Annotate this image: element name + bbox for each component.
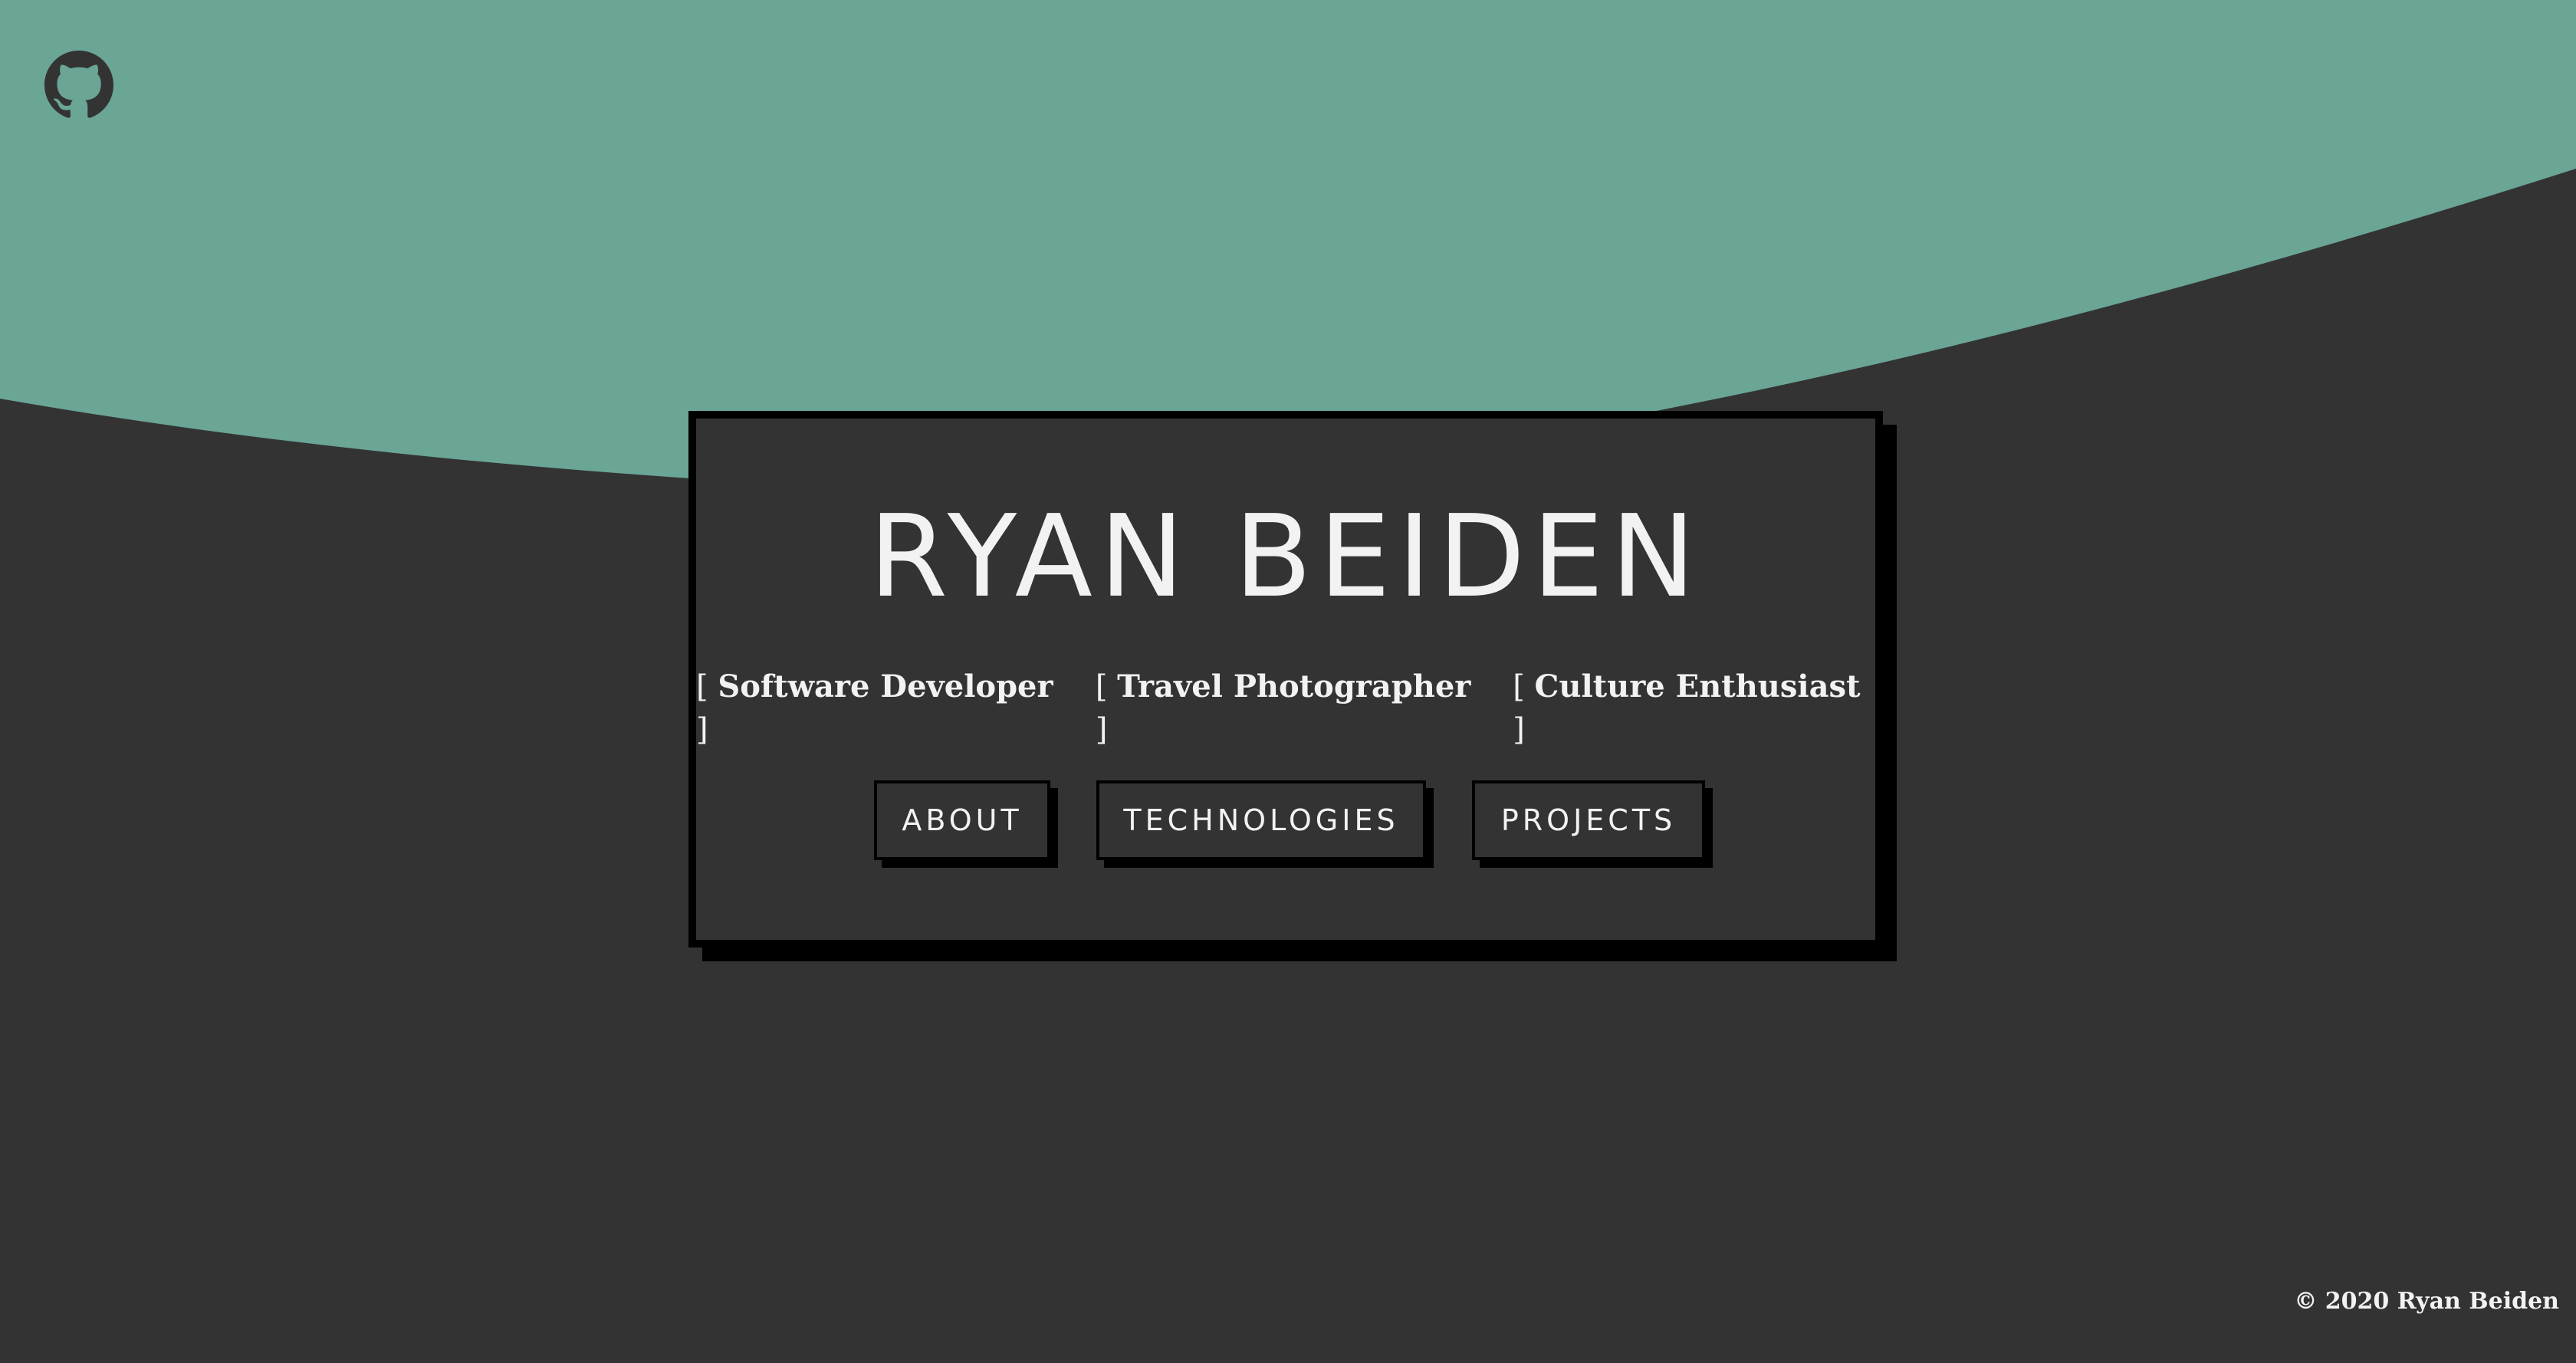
bracket-open: [	[1513, 669, 1525, 704]
bracket-close: ]	[1095, 712, 1108, 747]
main-nav: ABOUT TECHNOLOGIES PROJECTS	[696, 780, 1875, 860]
bracket-open: [	[1095, 669, 1108, 704]
projects-button[interactable]: PROJECTS	[1472, 780, 1705, 860]
intro-card: RYAN BEIDEN [ Software Developer ] [ Tra…	[688, 411, 1883, 948]
footer-copyright: © 2020 Ryan Beiden	[2294, 1288, 2559, 1315]
tagline-list: [ Software Developer ] [ Travel Photogra…	[696, 665, 1875, 751]
tagline-item: [ Travel Photographer ]	[1096, 665, 1485, 751]
tagline-item: [ Software Developer ]	[696, 665, 1068, 751]
bracket-open: [	[696, 669, 708, 704]
github-icon	[44, 51, 113, 118]
github-link[interactable]	[44, 51, 113, 120]
bracket-close: ]	[1513, 712, 1525, 747]
tagline-text: Software Developer	[718, 668, 1053, 704]
bracket-close: ]	[696, 712, 708, 747]
about-button[interactable]: ABOUT	[874, 780, 1050, 860]
tagline-text: Travel Photographer	[1117, 668, 1471, 704]
page: RYAN BEIDEN [ Software Developer ] [ Tra…	[0, 0, 2576, 1363]
tagline-text: Culture Enthusiast	[1534, 668, 1861, 704]
technologies-button[interactable]: TECHNOLOGIES	[1096, 780, 1426, 860]
tagline-item: [ Culture Enthusiast ]	[1513, 665, 1875, 751]
site-title: RYAN BEIDEN	[869, 491, 1703, 622]
